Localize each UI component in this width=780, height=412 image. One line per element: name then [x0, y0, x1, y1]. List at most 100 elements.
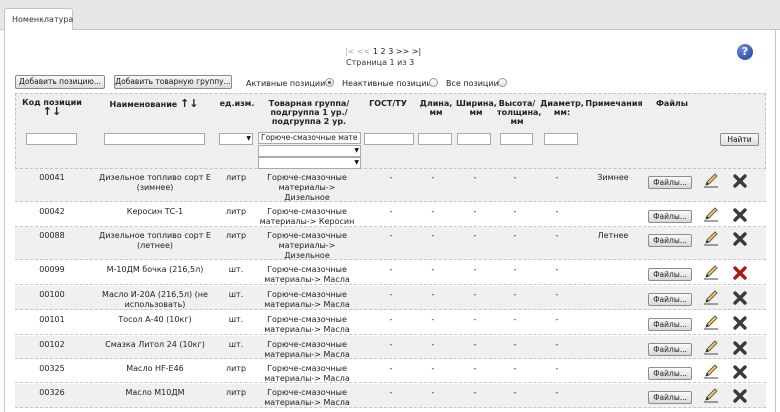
- filter-unit-select[interactable]: [219, 133, 253, 145]
- filter-diameter-input[interactable]: [544, 133, 578, 145]
- row-diameter: -: [555, 207, 559, 216]
- radio-inactive[interactable]: [429, 78, 438, 87]
- edit-pencil-icon[interactable]: [703, 172, 719, 188]
- edit-pencil-icon[interactable]: [703, 264, 719, 280]
- radio-all[interactable]: [498, 78, 507, 87]
- row-width: -: [473, 315, 477, 324]
- files-button[interactable]: Файлы...: [648, 367, 692, 380]
- radio-active[interactable]: [325, 78, 334, 87]
- row-name-line1: М-10ДМ бочка (216,5л): [106, 265, 204, 274]
- row-name-line1: Масло М10ДМ: [125, 388, 185, 397]
- filter-name-input[interactable]: [104, 133, 205, 145]
- filter-height-input[interactable]: [500, 133, 533, 145]
- delete-x-icon[interactable]: [732, 290, 748, 306]
- row-code: 00088: [39, 231, 65, 240]
- add-group-button[interactable]: Добавить товарную группу...: [114, 75, 232, 89]
- sort-arrows-icon[interactable]: ↑↓: [21, 106, 83, 117]
- edit-pencil-icon[interactable]: [703, 206, 719, 222]
- edit-pencil-icon[interactable]: [703, 363, 719, 379]
- row-group-line: Горюче-смазочные: [267, 173, 347, 182]
- table-row[interactable]: 00102 Смазка Литол 24 (10кг) шт. Горюче-сма…: [15, 336, 766, 359]
- help-icon[interactable]: ?: [737, 44, 753, 60]
- files-button[interactable]: Файлы...: [648, 268, 692, 281]
- table-row[interactable]: 00099 М-10ДМ бочка (216,5л) шт. Горюче-смаз…: [15, 261, 766, 285]
- pager-page-2[interactable]: 2: [381, 47, 386, 56]
- pager-page-3[interactable]: 3: [388, 47, 393, 56]
- table-row[interactable]: 00042 Керосин ТС-1 литр Горюче-смазочные мат…: [15, 203, 766, 227]
- pager-first[interactable]: |<: [345, 47, 354, 56]
- files-button[interactable]: Файлы...: [648, 176, 692, 189]
- row-width: -: [473, 231, 477, 240]
- edit-pencil-icon[interactable]: [703, 339, 719, 355]
- col-name[interactable]: Наименование ↑↓: [104, 97, 204, 110]
- delete-x-icon[interactable]: [732, 340, 748, 356]
- row-group-line: материалы-> Масла: [264, 300, 350, 309]
- tab-nomenclature[interactable]: Номенклатура: [4, 8, 73, 31]
- delete-x-icon[interactable]: [732, 207, 748, 223]
- edit-pencil-icon[interactable]: [703, 230, 719, 246]
- files-button[interactable]: Файлы...: [648, 318, 692, 331]
- col-height: Высота/ толщина, мм: [497, 99, 542, 126]
- row-notes: Зимнее: [597, 173, 629, 182]
- filter-subgroup1-select[interactable]: [258, 145, 361, 157]
- table-row[interactable]: 00088 Дизельное топливо сорт Е (летнее) лит…: [15, 227, 766, 270]
- row-height: -: [513, 388, 517, 397]
- row-name: Керосин ТС-1: [90, 207, 220, 217]
- delete-x-icon[interactable]: [732, 173, 748, 189]
- delete-x-icon[interactable]: [732, 315, 748, 331]
- add-position-button[interactable]: Добавить позицию...: [15, 75, 105, 89]
- row-height: -: [513, 173, 517, 182]
- sort-arrows-icon[interactable]: ↑↓: [180, 97, 198, 110]
- row-group-line: материалы-> Масла: [264, 374, 350, 383]
- files-button[interactable]: Файлы...: [648, 343, 692, 356]
- col-code[interactable]: Код позиции ↑↓: [21, 98, 83, 117]
- table-row[interactable]: 00325 Масло HF-E46 литр Горюче-смазочные мат…: [15, 360, 766, 383]
- row-length: -: [431, 231, 435, 240]
- row-name-line2: использовать): [124, 300, 186, 309]
- table-row[interactable]: 00041 Дизельное топливо сорт Е (зимнее) лит…: [15, 169, 766, 212]
- edit-pencil-icon[interactable]: [703, 314, 719, 330]
- col-height-line2: толщина,: [497, 108, 542, 117]
- row-gost: -: [389, 290, 393, 299]
- row-width: -: [473, 290, 477, 299]
- row-width: -: [473, 364, 477, 373]
- delete-x-icon[interactable]: [732, 231, 748, 247]
- table-row[interactable]: 00100 Масло И-20А (216,5л) (не использоват…: [15, 286, 766, 310]
- row-group-line: Горюче-смазочные: [267, 340, 347, 349]
- table-row[interactable]: 00326 Масло М10ДМ литр Горюче-смазочные мате…: [15, 384, 766, 408]
- row-name: Тосол А-40 (10кг): [90, 315, 220, 325]
- filter-width-input[interactable]: [457, 133, 491, 145]
- files-button[interactable]: Файлы...: [648, 210, 692, 223]
- row-name: Дизельное топливо сорт Е (зимнее): [90, 173, 220, 193]
- row-group-line: Горюче-смазочные: [267, 315, 347, 324]
- filter-group-select[interactable]: Горюче-смазочные мате: [258, 132, 361, 144]
- filter-code-input[interactable]: [26, 133, 77, 145]
- edit-pencil-icon[interactable]: [703, 387, 719, 403]
- delete-x-icon[interactable]: [732, 265, 748, 281]
- files-button[interactable]: Файлы...: [648, 293, 692, 306]
- row-gost: -: [389, 207, 393, 216]
- radio-all-label: Все позиции: [446, 79, 499, 88]
- find-button[interactable]: Найти: [720, 133, 759, 146]
- table-row[interactable]: 00101 Тосол А-40 (10кг) шт. Горюче-смазочны…: [15, 311, 766, 335]
- row-width: -: [473, 207, 477, 216]
- files-button[interactable]: Файлы...: [648, 391, 692, 404]
- filter-subgroup2-select[interactable]: [258, 157, 361, 169]
- row-width: -: [473, 265, 477, 274]
- col-group-line3: подгруппа 2 ур.: [271, 117, 347, 126]
- pager-last[interactable]: >|: [412, 47, 421, 56]
- row-name-line2: (зимнее): [136, 183, 174, 192]
- filter-gost-input[interactable]: [364, 133, 414, 145]
- row-name: Дизельное топливо сорт Е (летнее): [90, 231, 220, 251]
- delete-x-icon[interactable]: [732, 364, 748, 380]
- col-group-line2: подгруппа 1 ур./: [270, 108, 348, 117]
- row-code: 00099: [39, 265, 65, 274]
- pager-page-1[interactable]: 1: [373, 47, 378, 56]
- edit-pencil-icon[interactable]: [703, 289, 719, 305]
- filter-length-input[interactable]: [418, 133, 452, 145]
- files-button[interactable]: Файлы...: [648, 234, 692, 247]
- pager-next[interactable]: >>: [396, 47, 409, 56]
- pager-prev[interactable]: <<: [357, 47, 370, 56]
- delete-x-icon[interactable]: [732, 388, 748, 404]
- col-files: Файлы: [655, 99, 689, 108]
